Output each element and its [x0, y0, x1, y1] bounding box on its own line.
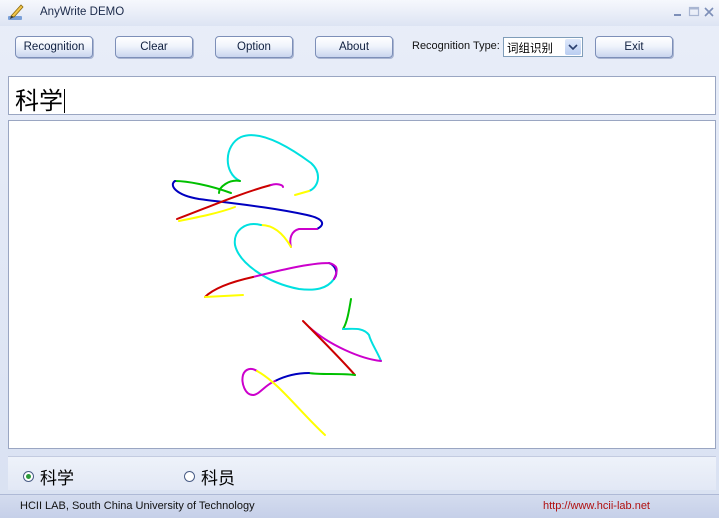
- handwriting-strokes: [171, 134, 382, 436]
- candidate-option[interactable]: 科员: [184, 464, 235, 489]
- candidate-label: 科员: [201, 469, 235, 489]
- app-window: AnyWrite DEMO Recognition Clear Option A…: [0, 0, 719, 518]
- candidate-bar: 科学 科员: [8, 456, 716, 490]
- handwriting-canvas[interactable]: [8, 120, 716, 449]
- option-button[interactable]: Option: [215, 36, 293, 58]
- status-bar: HCII LAB, South China University of Tech…: [0, 494, 719, 518]
- exit-button[interactable]: Exit: [595, 36, 673, 58]
- result-text: 科学: [15, 87, 65, 115]
- minimize-icon[interactable]: [672, 6, 684, 18]
- about-button[interactable]: About: [315, 36, 393, 58]
- recognition-type-value: 词组识别: [507, 41, 553, 55]
- lab-link[interactable]: http://www.hcii-lab.net: [543, 500, 650, 512]
- lab-credit: HCII LAB, South China University of Tech…: [20, 500, 255, 512]
- candidate-label: 科学: [40, 469, 74, 489]
- text-caret: [64, 89, 65, 113]
- title-bar: AnyWrite DEMO: [0, 0, 719, 26]
- recognition-result-field[interactable]: 科学: [8, 76, 716, 115]
- close-icon[interactable]: [703, 6, 715, 18]
- radio-selected-icon[interactable]: [23, 471, 34, 482]
- maximize-icon[interactable]: [688, 6, 700, 18]
- candidate-option[interactable]: 科学: [23, 464, 74, 489]
- clear-button[interactable]: Clear: [115, 36, 193, 58]
- recognition-button[interactable]: Recognition: [15, 36, 93, 58]
- dropdown-arrow-icon[interactable]: [565, 39, 581, 55]
- radio-unselected-icon[interactable]: [184, 471, 195, 482]
- pen-app-icon: [8, 4, 24, 20]
- recognition-type-label: Recognition Type:: [412, 40, 500, 52]
- recognition-type-select[interactable]: 词组识别: [503, 37, 583, 57]
- window-title: AnyWrite DEMO: [40, 6, 125, 18]
